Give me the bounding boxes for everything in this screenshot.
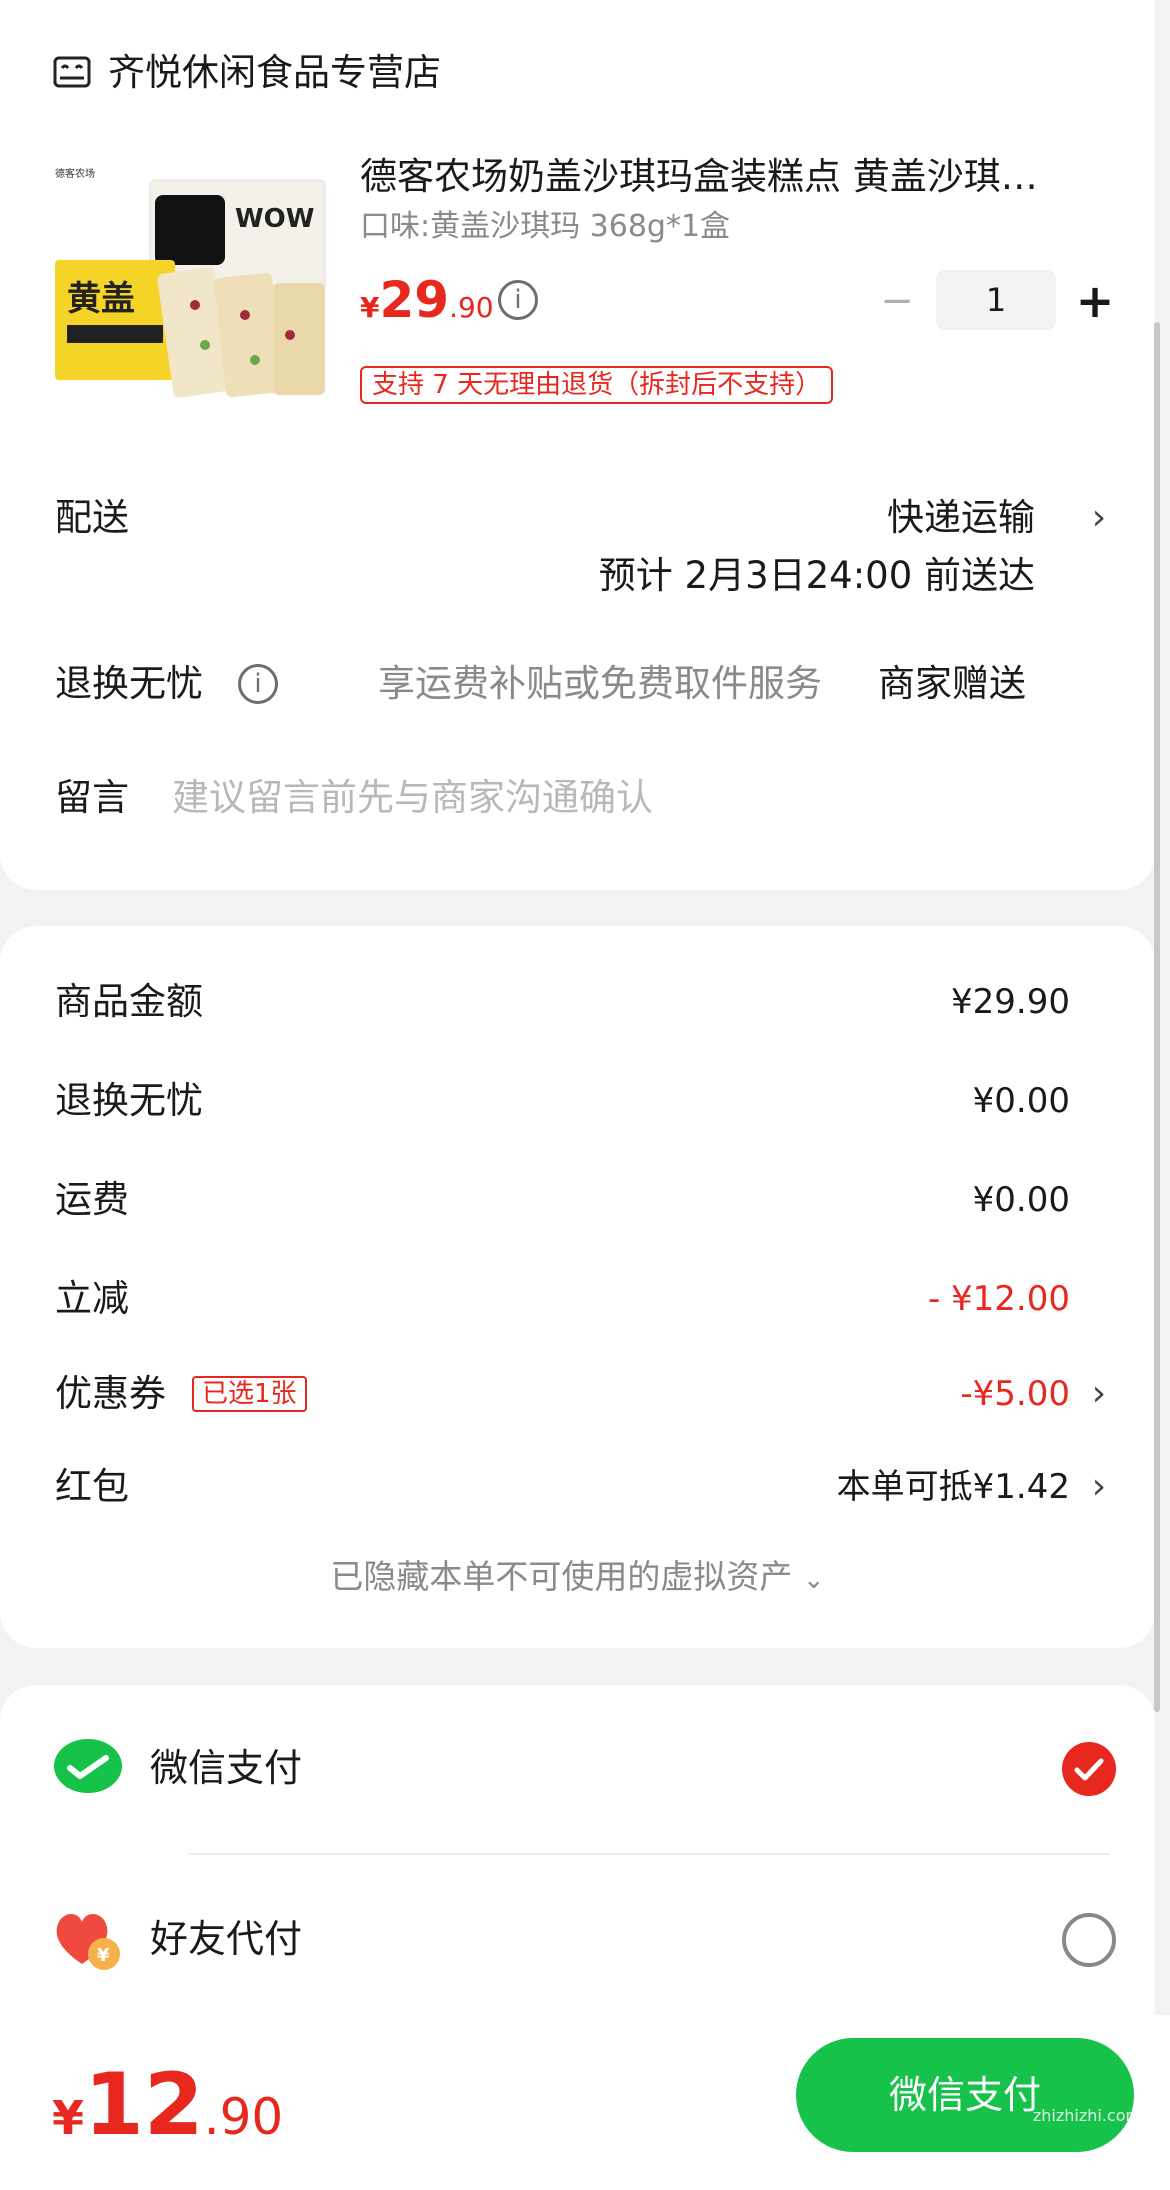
message-input[interactable] <box>172 773 1072 823</box>
coupon-selected-badge[interactable]: 已选1张 <box>192 1376 307 1412</box>
total-currency: ¥ <box>52 2091 85 2145</box>
coupon-chevron-icon[interactable]: › <box>1084 1369 1114 1419</box>
friend-pay-radio[interactable] <box>1062 1913 1116 1967</box>
goods-amount-value: ¥29.90 <box>951 982 1070 1022</box>
price-currency: ¥ <box>360 291 380 324</box>
wechat-pay-icon <box>52 1734 124 1806</box>
red-packet-label[interactable]: 红包 <box>55 1462 129 1512</box>
friend-pay-label[interactable]: 好友代付 <box>150 1913 302 1965</box>
red-packet-value[interactable]: 本单可抵¥1.42 <box>837 1462 1070 1512</box>
quantity-increase-button[interactable]: + <box>1070 276 1120 326</box>
scrollbar[interactable] <box>1154 322 1160 1712</box>
price-decimal: .90 <box>449 291 494 324</box>
quantity-input[interactable]: 1 <box>936 270 1056 330</box>
return-service-gift: 商家赠送 <box>878 662 1026 705</box>
goods-amount-label: 商品金额 <box>55 980 203 1023</box>
price-integer: 29 <box>379 271 450 329</box>
coupon-value[interactable]: -¥5.00 <box>960 1369 1070 1419</box>
product-spec[interactable]: 口味:黄盖沙琪玛 368g*1盒 <box>360 206 730 248</box>
check-icon <box>1074 1758 1104 1781</box>
instant-discount-label: 立减 <box>55 1277 129 1320</box>
order-card: 齐悦休闲食品专营店 WOW 黄盖 德客农场 德客农场奶盖沙琪玛盒装糕点 黄盖沙琪… <box>0 0 1155 890</box>
coupon-label[interactable]: 优惠券 <box>55 1369 166 1419</box>
store-name[interactable]: 齐悦休闲食品专营店 <box>108 48 441 98</box>
return-fee-value: ¥0.00 <box>972 1081 1070 1121</box>
wechat-pay-radio-checked[interactable] <box>1062 1742 1116 1796</box>
return-service-desc: 享运费补贴或免费取件服务 <box>378 662 822 705</box>
red-packet-chevron-icon[interactable]: › <box>1084 1462 1114 1512</box>
product-title[interactable]: 德客农场奶盖沙琪玛盒装糕点 黄盖沙琪… <box>360 152 1090 202</box>
delivery-label: 配送 <box>55 496 129 539</box>
return-service-info-icon[interactable]: i <box>238 664 278 704</box>
product-image-wow: WOW <box>235 204 314 234</box>
total-integer: 12 <box>84 2055 204 2155</box>
payment-divider <box>188 1853 1110 1855</box>
friend-pay-icon: ¥ <box>52 1904 124 1976</box>
message-label: 留言 <box>55 776 129 819</box>
order-total: ¥12.90 <box>52 2060 283 2174</box>
product-price: ¥29.90 <box>360 270 494 342</box>
return-service-label: 退换无忧 <box>55 662 203 705</box>
return-fee-label: 退换无忧 <box>55 1079 203 1122</box>
wechat-pay-label[interactable]: 微信支付 <box>150 1742 302 1794</box>
delivery-eta: 预计 2月3日24:00 前送达 <box>598 554 1035 597</box>
shipping-value: ¥0.00 <box>972 1180 1070 1220</box>
total-decimal: .90 <box>203 2088 284 2146</box>
product-image-brand: 德客农场 <box>55 167 95 180</box>
wechat-pay-button[interactable]: 微信支付 <box>796 2038 1134 2152</box>
watermark-text: zhizhizhi.com <box>1032 2106 1142 2125</box>
product-image-yellow: 黄盖 <box>67 279 135 319</box>
quantity-decrease-button[interactable]: − <box>874 281 920 321</box>
return-policy-tag: 支持 7 天无理由退货（拆封后不支持） <box>360 366 834 404</box>
hidden-assets-toggle[interactable]: 已隐藏本单不可使用的虚拟资产 ⌄ <box>0 1552 1155 1605</box>
payment-method-card <box>0 1685 1155 2015</box>
svg-text:¥: ¥ <box>97 1945 110 1966</box>
store-icon <box>52 52 92 92</box>
shipping-label: 运费 <box>55 1178 129 1221</box>
price-info-icon[interactable]: i <box>498 280 538 320</box>
delivery-chevron-icon[interactable]: › <box>1084 493 1114 543</box>
product-image[interactable]: WOW 黄盖 德客农场 <box>55 165 327 401</box>
delivery-method[interactable]: 快递运输 <box>887 493 1035 543</box>
chevron-down-icon: ⌄ <box>802 1565 825 1595</box>
hidden-assets-text: 已隐藏本单不可使用的虚拟资产 <box>330 1557 793 1596</box>
instant-discount-value: - ¥12.00 <box>927 1279 1070 1319</box>
